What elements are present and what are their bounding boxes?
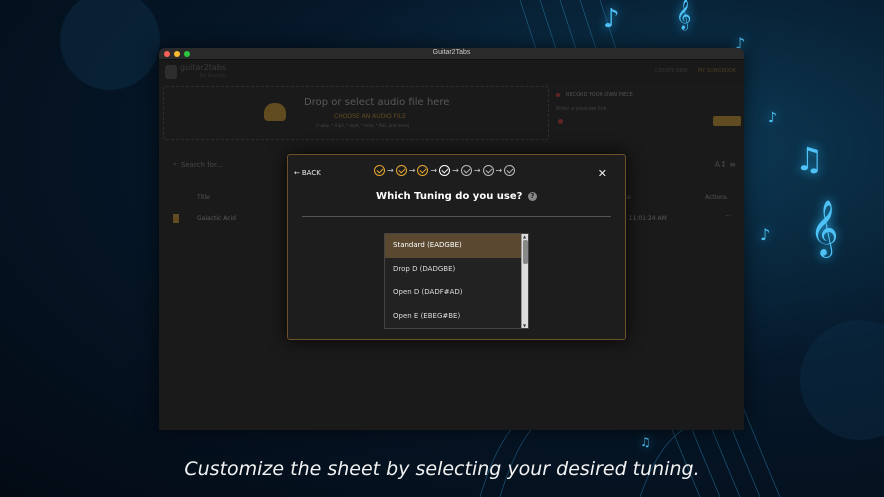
sort-az-icon[interactable]: A↕ xyxy=(715,160,727,169)
record-panel: RECORD YOUR OWN PIECE Enter a youtube li… xyxy=(556,86,741,140)
close-icon[interactable]: ✕ xyxy=(598,167,607,180)
treble-clef-icon: 𝄞 xyxy=(676,0,692,30)
step-check-icon xyxy=(417,165,429,176)
record-label[interactable]: RECORD YOUR OWN PIECE xyxy=(566,92,633,98)
step-check-icon xyxy=(504,165,516,176)
music-note-icon: ♪ xyxy=(603,4,620,34)
scroll-up-icon[interactable]: ▲ xyxy=(523,234,526,239)
search-input[interactable]: Search for... xyxy=(181,161,223,169)
music-note-icon: ♫ xyxy=(640,435,651,449)
choose-file-link[interactable]: CHOOSE AN AUDIO FILE xyxy=(334,113,406,120)
step-check-icon xyxy=(374,165,385,176)
app-header: guitar2tabs by Klangio CREATE NEW MY SON… xyxy=(159,60,744,84)
cloud-upload-icon xyxy=(264,103,286,121)
back-button[interactable]: ← BACK xyxy=(294,169,321,177)
tuning-option[interactable]: Open E (EBEG#BE) xyxy=(385,305,521,329)
music-note-icon: ♪ xyxy=(768,110,777,126)
upload-dropzone[interactable]: Drop or select audio file here CHOOSE AN… xyxy=(163,86,549,140)
row-title[interactable]: Galactic Acid xyxy=(197,215,236,222)
tuning-modal: ← BACK → → → → → → ✕ Which Tuning do you… xyxy=(287,154,626,340)
row-date: 4, 11:01:24 AM xyxy=(621,215,667,222)
youtube-submit-button[interactable] xyxy=(713,116,741,126)
sort-filter-icons[interactable]: A↕ ≡ xyxy=(715,160,736,169)
search-box[interactable]: ⌕ Search for... xyxy=(173,160,223,169)
scroll-down-icon[interactable]: ▼ xyxy=(523,323,526,328)
step-check-icon xyxy=(439,165,451,176)
youtube-icon xyxy=(558,119,563,124)
record-dot-icon xyxy=(556,93,560,97)
step-check-icon xyxy=(482,165,494,176)
nav-create-new[interactable]: CREATE NEW xyxy=(655,68,688,74)
top-nav: CREATE NEW MY SONGBOOK xyxy=(655,68,736,74)
tuning-option[interactable]: Drop D (DADGBE) xyxy=(385,258,521,282)
tuning-option[interactable]: Standard (EADGBE) xyxy=(385,234,521,258)
scrollbar-thumb[interactable] xyxy=(523,240,528,264)
listbox-scrollbar[interactable]: ▲ ▼ xyxy=(521,234,528,328)
brand-sub: by Klangio xyxy=(199,73,227,79)
search-icon: ⌕ xyxy=(173,160,177,168)
upload-formats: (*.wav, *.mp3, *.mp4, *.m4a, *.flac, and… xyxy=(316,123,410,128)
filter-icon[interactable]: ≡ xyxy=(729,160,736,169)
back-label: BACK xyxy=(301,169,321,177)
window-titlebar: Guitar2Tabs xyxy=(159,48,744,60)
more-actions-icon[interactable]: ··· xyxy=(725,213,731,220)
nav-my-songbook[interactable]: MY SONGBOOK xyxy=(698,68,736,74)
guitar-logo-icon xyxy=(165,65,177,79)
video-caption: Customize the sheet by selecting your de… xyxy=(184,458,700,480)
arrow-right-icon: → xyxy=(495,166,503,175)
file-icon xyxy=(173,214,179,223)
modal-question: Which Tuning do you use? ? xyxy=(288,191,625,202)
arrow-right-icon: → xyxy=(473,166,481,175)
question-text: Which Tuning do you use? xyxy=(376,191,523,202)
window-title: Guitar2Tabs xyxy=(432,49,471,56)
arrow-right-icon: → xyxy=(408,166,416,175)
brand-name: guitar2tabs xyxy=(180,63,227,72)
app-logo[interactable]: guitar2tabs by Klangio xyxy=(165,64,226,80)
arrow-left-icon: ← xyxy=(294,169,300,177)
column-title[interactable]: Title xyxy=(197,194,210,201)
step-progress: → → → → → → xyxy=(374,165,516,176)
arrow-right-icon: → xyxy=(430,166,438,175)
dimmed-background-content: guitar2tabs by Klangio CREATE NEW MY SON… xyxy=(159,60,744,223)
arrow-right-icon: → xyxy=(387,166,394,175)
youtube-link-input[interactable]: Enter a youtube link xyxy=(556,106,607,112)
modal-divider xyxy=(302,216,611,217)
arrow-right-icon: → xyxy=(452,166,459,175)
help-icon[interactable]: ? xyxy=(527,191,537,201)
column-actions: Actions xyxy=(705,194,727,201)
upload-title: Drop or select audio file here xyxy=(304,97,450,108)
treble-clef-icon: 𝄞 xyxy=(810,200,839,256)
tuning-option[interactable]: Open D (DADF#AD) xyxy=(385,281,521,305)
step-check-icon xyxy=(395,165,407,176)
tuning-listbox[interactable]: Standard (EADGBE) Drop D (DADGBE) Open D… xyxy=(384,233,529,329)
step-check-icon xyxy=(460,165,472,176)
music-notes-icon: ♫ xyxy=(795,140,824,178)
music-note-icon: ♪ xyxy=(760,225,771,244)
